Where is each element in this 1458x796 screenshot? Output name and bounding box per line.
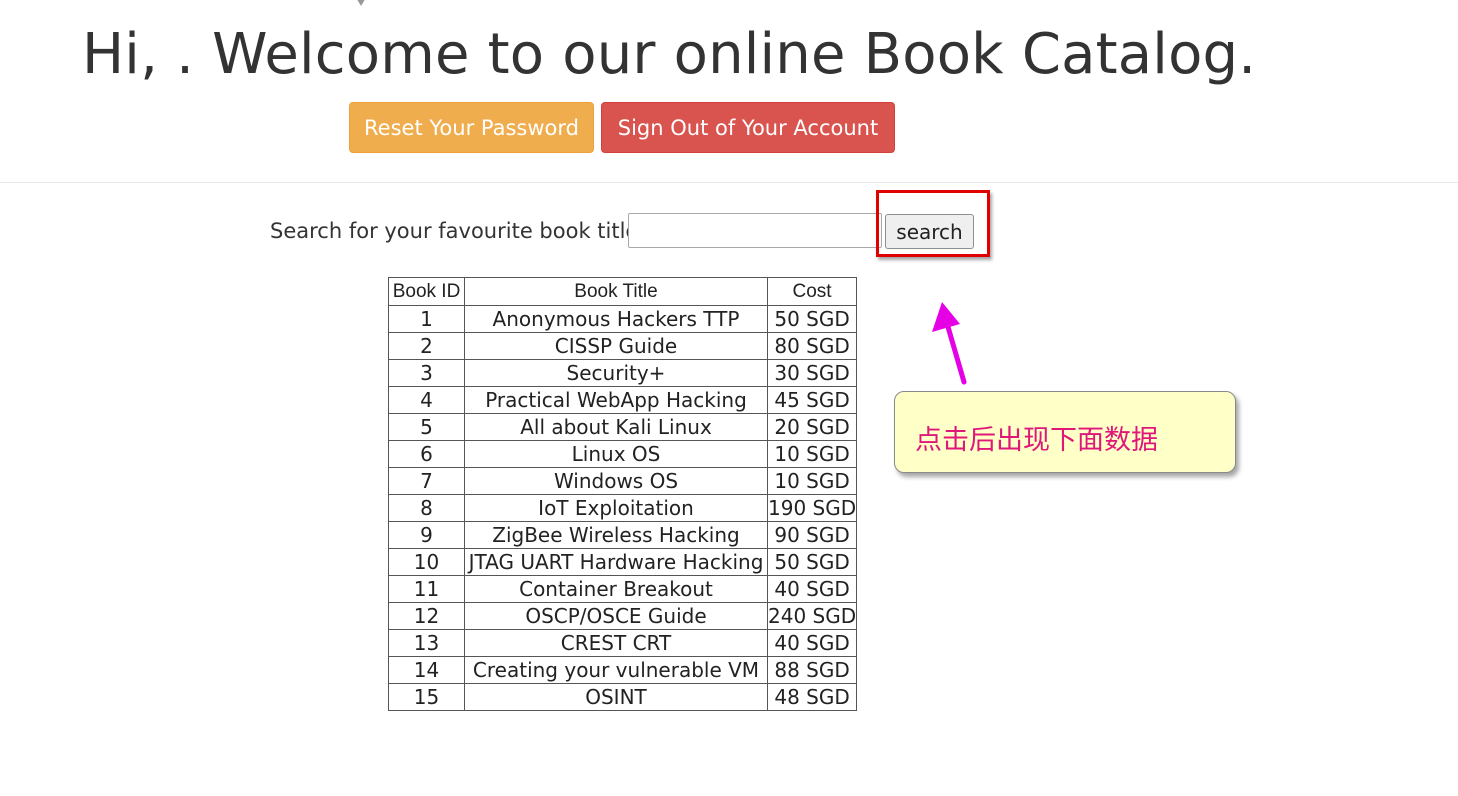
- book-title-cell: Windows OS: [464, 467, 768, 495]
- book-id-cell: 2: [388, 332, 465, 360]
- book-title-cell: OSCP/OSCE Guide: [464, 602, 768, 630]
- book-id-cell: 1: [388, 305, 465, 333]
- book-title-cell: CISSP Guide: [464, 332, 768, 360]
- book-table: Book ID Book Title Cost 1 Anonymous Hacke…: [388, 277, 858, 711]
- table-row: 6 Linux OS 10 SGD: [388, 440, 858, 468]
- book-id-cell: 4: [388, 386, 465, 414]
- table-row: 14 Creating your vulnerable VM 88 SGD: [388, 656, 858, 684]
- book-cost-cell: 10 SGD: [766, 467, 858, 495]
- book-id-cell: 15: [388, 683, 465, 711]
- book-cost-cell: 190 SGD: [766, 494, 858, 522]
- search-label: Search for your favourite book title: [270, 219, 639, 243]
- annotation-callout: 点击后出现下面数据: [894, 391, 1236, 473]
- column-header-book-title: Book Title: [464, 277, 768, 306]
- book-title-cell: OSINT: [464, 683, 768, 711]
- table-row: 1 Anonymous Hackers TTP 50 SGD: [388, 305, 858, 333]
- table-row: 11 Container Breakout 40 SGD: [388, 575, 858, 603]
- book-cost-cell: 20 SGD: [766, 413, 858, 441]
- book-cost-cell: 48 SGD: [766, 683, 858, 711]
- book-id-cell: 8: [388, 494, 465, 522]
- book-title-cell: Container Breakout: [464, 575, 768, 603]
- column-header-book-id: Book ID: [388, 277, 465, 306]
- book-cost-cell: 90 SGD: [766, 521, 858, 549]
- book-title-cell: JTAG UART Hardware Hacking: [464, 548, 768, 576]
- book-title-cell: ZigBee Wireless Hacking: [464, 521, 768, 549]
- book-id-cell: 10: [388, 548, 465, 576]
- book-id-cell: 6: [388, 440, 465, 468]
- page-title: Hi, . Welcome to our online Book Catalog…: [82, 22, 1257, 87]
- book-title-cell: CREST CRT: [464, 629, 768, 657]
- book-title-cell: Anonymous Hackers TTP: [464, 305, 768, 333]
- table-row: 3 Security+ 30 SGD: [388, 359, 858, 387]
- table-row: 8 IoT Exploitation 190 SGD: [388, 494, 858, 522]
- book-cost-cell: 50 SGD: [766, 305, 858, 333]
- annotation-arrow-icon: [932, 302, 967, 385]
- book-cost-cell: 45 SGD: [766, 386, 858, 414]
- book-cost-cell: 80 SGD: [766, 332, 858, 360]
- book-id-cell: 13: [388, 629, 465, 657]
- table-row: 4 Practical WebApp Hacking 45 SGD: [388, 386, 858, 414]
- sign-out-button[interactable]: Sign Out of Your Account: [601, 102, 895, 153]
- book-cost-cell: 30 SGD: [766, 359, 858, 387]
- reset-password-button[interactable]: Reset Your Password: [349, 102, 594, 153]
- book-id-cell: 5: [388, 413, 465, 441]
- book-id-cell: 3: [388, 359, 465, 387]
- book-cost-cell: 40 SGD: [766, 575, 858, 603]
- table-row: 9 ZigBee Wireless Hacking 90 SGD: [388, 521, 858, 549]
- book-title-cell: Security+: [464, 359, 768, 387]
- table-row: 13 CREST CRT 40 SGD: [388, 629, 858, 657]
- table-row: 5 All about Kali Linux 20 SGD: [388, 413, 858, 441]
- column-header-cost: Cost: [766, 277, 858, 306]
- book-id-cell: 11: [388, 575, 465, 603]
- book-id-cell: 9: [388, 521, 465, 549]
- book-cost-cell: 50 SGD: [766, 548, 858, 576]
- search-button-highlight: [876, 190, 990, 257]
- table-row: 12 OSCP/OSCE Guide 240 SGD: [388, 602, 858, 630]
- mouse-cursor-icon: [355, 0, 367, 6]
- book-cost-cell: 240 SGD: [766, 602, 858, 630]
- book-id-cell: 7: [388, 467, 465, 495]
- header-divider: [0, 182, 1458, 183]
- book-cost-cell: 88 SGD: [766, 656, 858, 684]
- table-row: 7 Windows OS 10 SGD: [388, 467, 858, 495]
- book-cost-cell: 10 SGD: [766, 440, 858, 468]
- search-input[interactable]: [628, 213, 882, 248]
- book-cost-cell: 40 SGD: [766, 629, 858, 657]
- table-row: 2 CISSP Guide 80 SGD: [388, 332, 858, 360]
- book-title-cell: IoT Exploitation: [464, 494, 768, 522]
- table-row: 15 OSINT 48 SGD: [388, 683, 858, 711]
- book-id-cell: 14: [388, 656, 465, 684]
- book-title-cell: Creating your vulnerable VM: [464, 656, 768, 684]
- book-title-cell: Linux OS: [464, 440, 768, 468]
- table-header-row: Book ID Book Title Cost: [388, 277, 858, 306]
- book-id-cell: 12: [388, 602, 465, 630]
- page: Hi, . Welcome to our online Book Catalog…: [0, 0, 1458, 796]
- table-row: 10 JTAG UART Hardware Hacking 50 SGD: [388, 548, 858, 576]
- book-title-cell: All about Kali Linux: [464, 413, 768, 441]
- book-title-cell: Practical WebApp Hacking: [464, 386, 768, 414]
